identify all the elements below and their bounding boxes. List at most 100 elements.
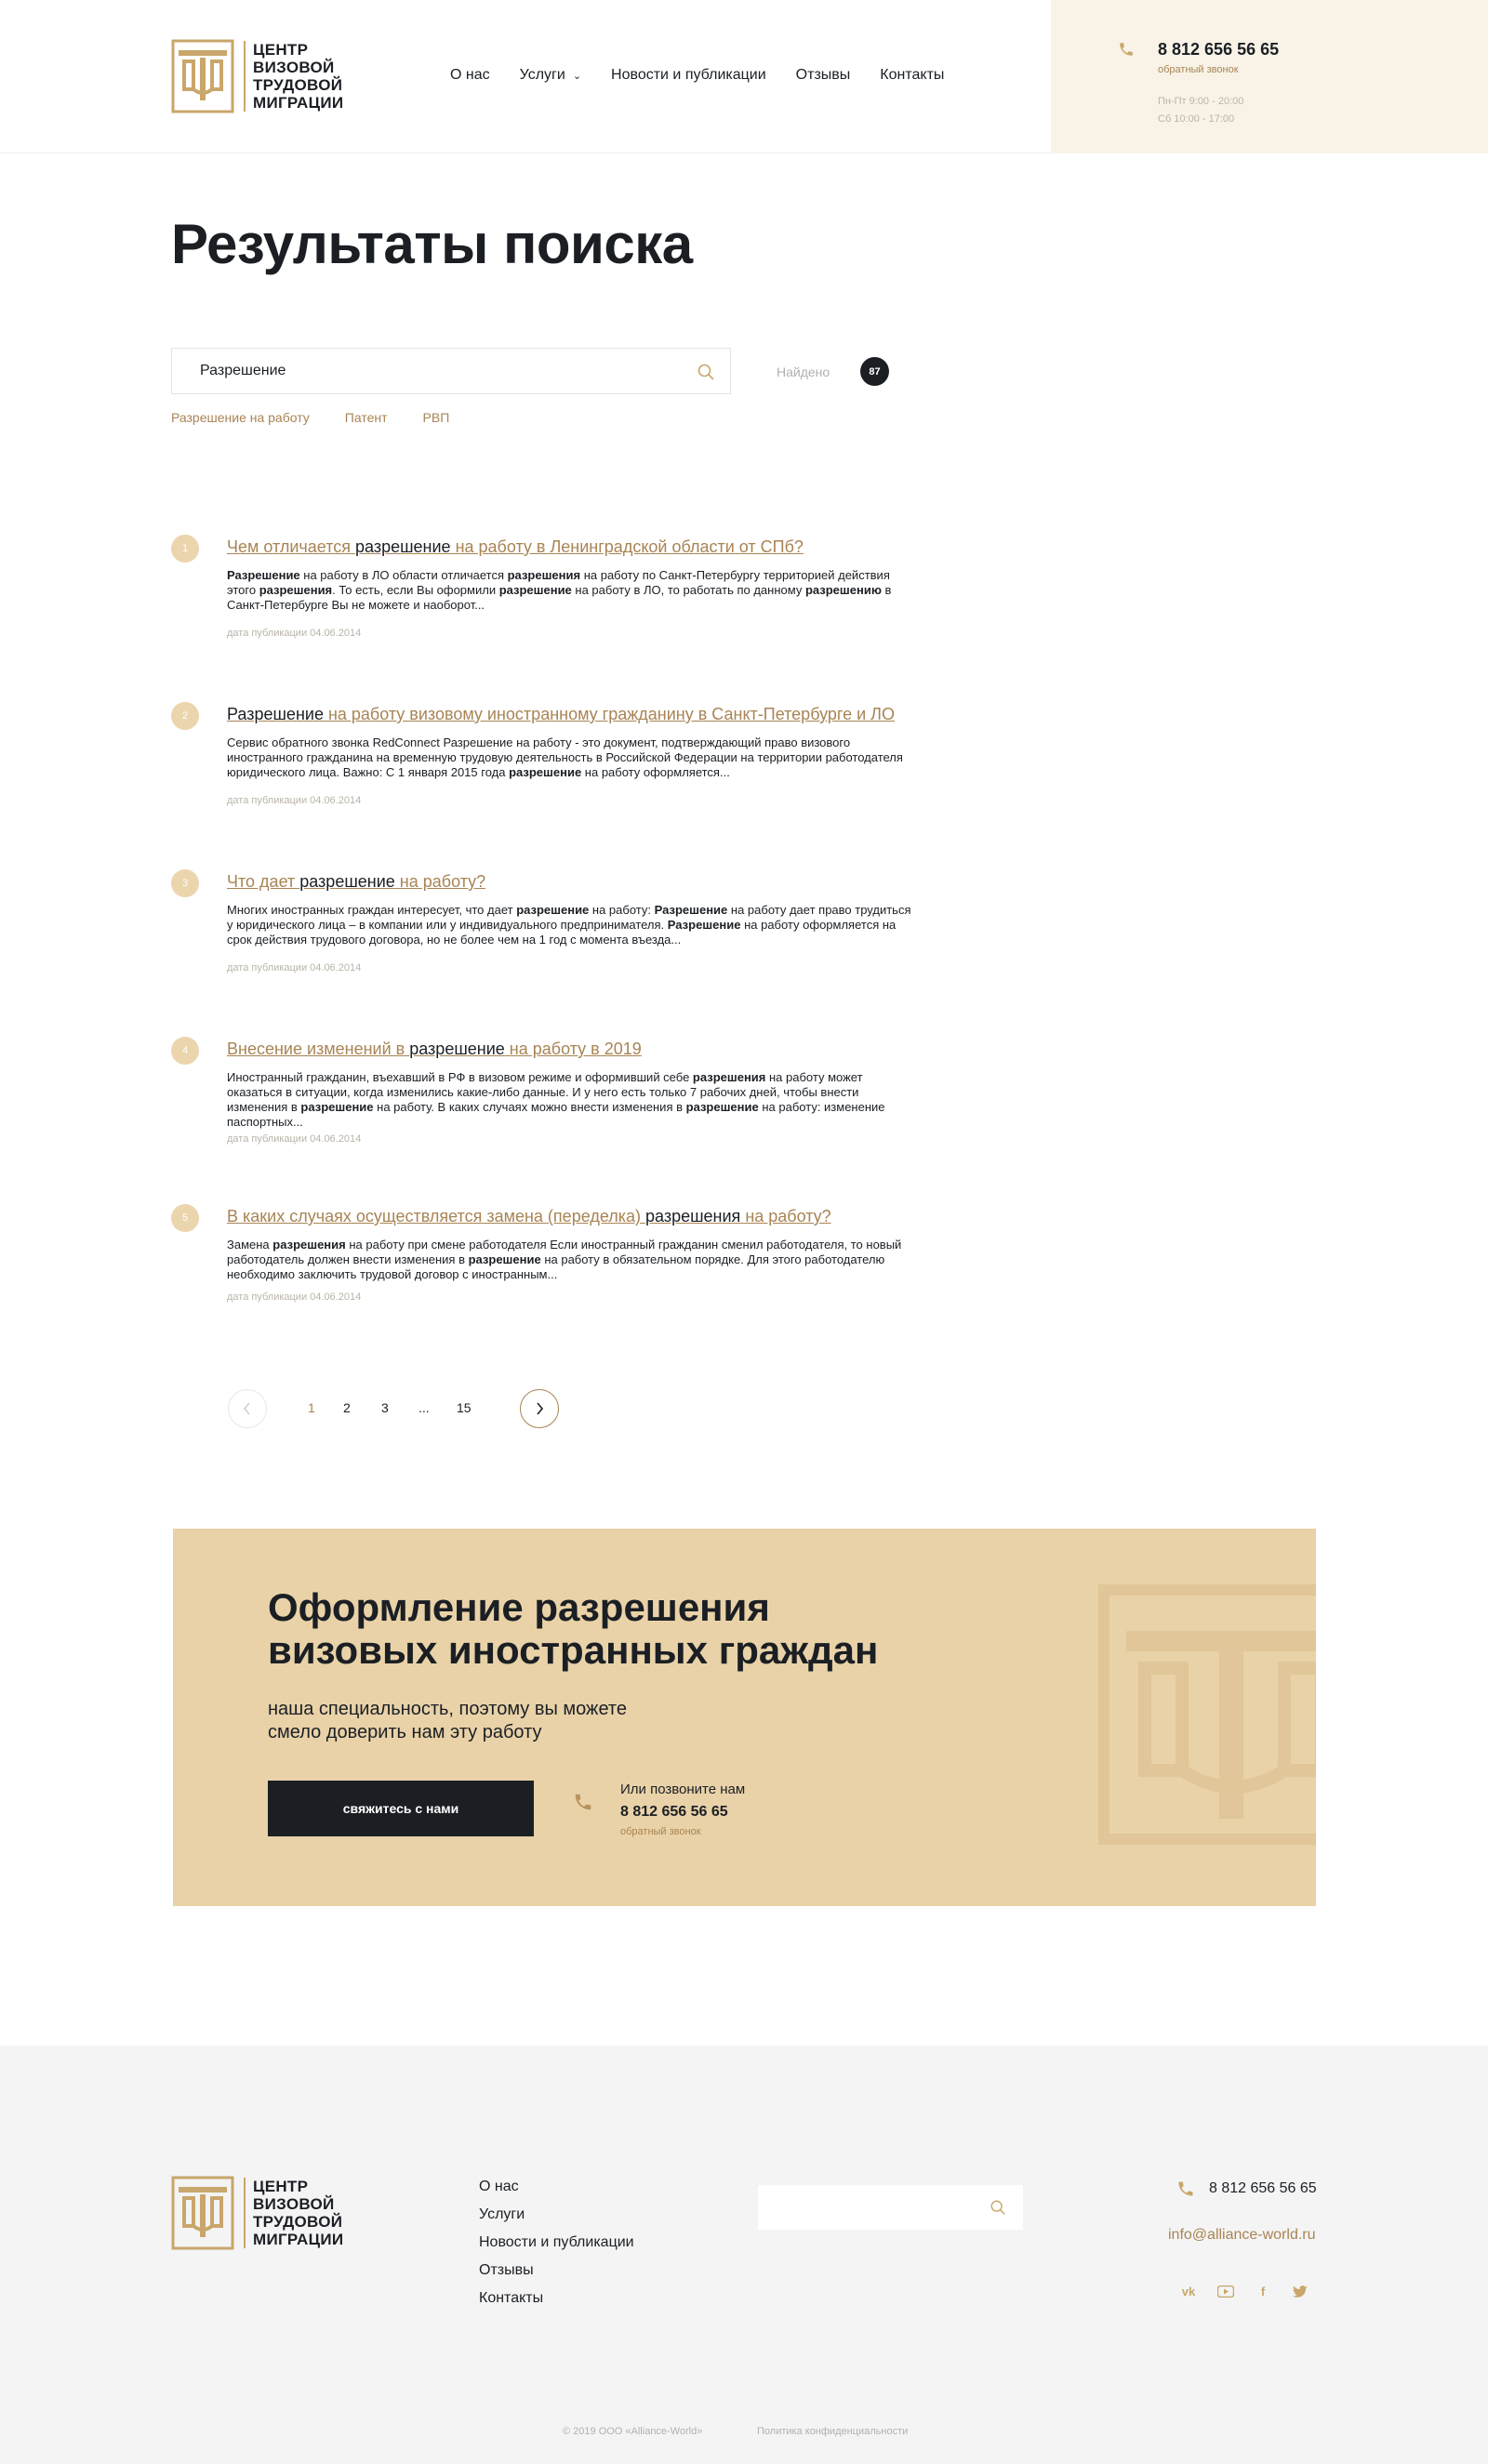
result-date: дата публикации 04.06.2014: [227, 962, 362, 974]
page-link[interactable]: 3: [381, 1400, 389, 1415]
header-phone[interactable]: 8 812 656 56 65: [1158, 40, 1279, 60]
phone-icon: [1178, 2181, 1193, 2196]
nav-services[interactable]: Услуги ⌄: [520, 67, 581, 84]
logo[interactable]: ЦЕНТР ВИЗОВОЙ ТРУДОВОЙ МИГРАЦИИ: [171, 39, 343, 113]
result-date: дата публикации 04.06.2014: [227, 628, 362, 639]
text-segment: Чем отличается: [227, 537, 355, 556]
result-title[interactable]: Внесение изменений в разрешение на работ…: [227, 1040, 642, 1059]
prev-page-button[interactable]: [228, 1389, 267, 1428]
highlighted-term: разрешения: [507, 568, 581, 582]
twitter-icon[interactable]: [1291, 2282, 1309, 2300]
logo-text: ЦЕНТР ВИЗОВОЙ ТРУДОВОЙ МИГРАЦИИ: [244, 41, 343, 112]
result-title[interactable]: Разрешение на работу визовому иностранно…: [227, 705, 895, 724]
result-title[interactable]: Что дает разрешение на работу?: [227, 872, 485, 892]
footer-nav-reviews[interactable]: Отзывы: [479, 2261, 634, 2289]
cta-call-label: Или позвоните нам: [620, 1782, 746, 1797]
cta-title: Оформление разрешения визовых иностранны…: [268, 1586, 937, 1672]
footer-nav-about[interactable]: О нас: [479, 2178, 634, 2206]
text-segment: Внесение изменений в: [227, 1040, 410, 1058]
text-segment: Иностранный гражданин, въехавший в РФ в …: [227, 1070, 693, 1084]
result-snippet: Многих иностранных граждан интересует, ч…: [227, 903, 915, 947]
logo-line: МИГРАЦИИ: [253, 2231, 344, 2248]
highlighted-term: разрешение: [516, 903, 590, 917]
nav-about[interactable]: О нас: [450, 67, 490, 84]
result-number: 3: [171, 869, 199, 897]
footer-search-box: [758, 2185, 1023, 2230]
facebook-icon[interactable]: f: [1254, 2282, 1272, 2300]
footer-phone[interactable]: 8 812 656 56 65: [1209, 2180, 1317, 2197]
cta-phone[interactable]: 8 812 656 56 65: [620, 1804, 728, 1821]
contact-us-button[interactable]: свяжитесь с нами: [268, 1781, 534, 1836]
social-links: vk f: [1179, 2282, 1328, 2300]
footer-email-link[interactable]: info@alliance-world.ru: [1168, 2227, 1316, 2244]
highlighted-term: разрешение: [409, 1040, 505, 1058]
cta-title-line: визовых иностранных граждан: [268, 1628, 879, 1672]
tag-patent[interactable]: Патент: [345, 410, 388, 425]
result-title[interactable]: Чем отличается разрешение на работу в Ле…: [227, 537, 804, 557]
logo-mark-icon: [171, 39, 234, 113]
logo-line: ТРУДОВОЙ: [253, 2213, 343, 2231]
footer-search-input[interactable]: [758, 2185, 981, 2230]
cta-callback-link[interactable]: обратный звонок: [620, 1826, 701, 1837]
footer-nav-news[interactable]: Новости и публикации: [479, 2233, 634, 2261]
search-icon[interactable]: [990, 2199, 1006, 2216]
search-tags: Разрешение на работу Патент РВП: [171, 410, 485, 425]
nav-contacts[interactable]: Контакты: [880, 67, 944, 84]
text-segment: на работу:: [589, 903, 655, 917]
result-date: дата публикации 04.06.2014: [227, 795, 362, 806]
highlighted-term: разрешение: [468, 1252, 541, 1266]
highlighted-term: разрешение: [355, 537, 451, 556]
page-link[interactable]: 15: [457, 1400, 472, 1415]
chevron-down-icon: ⌄: [572, 70, 582, 82]
result-title[interactable]: В каких случаях осуществляется замена (п…: [227, 1207, 831, 1226]
privacy-policy-link[interactable]: Политика конфиденциальности: [757, 2426, 908, 2437]
logo-line: ТРУДОВОЙ: [253, 76, 343, 94]
nav-news[interactable]: Новости и публикации: [611, 67, 766, 84]
result-snippet: Разрешение на работу в ЛО области отлича…: [227, 568, 915, 613]
logo-line: МИГРАЦИИ: [253, 94, 344, 112]
text-segment: на работу в 2019: [504, 1040, 642, 1058]
pagination: 1 2 3 ... 15: [228, 1389, 600, 1428]
found-count-badge: 87: [860, 357, 889, 386]
footer-nav-services[interactable]: Услуги: [479, 2206, 634, 2233]
highlighted-term: разрешение: [685, 1100, 759, 1114]
result-snippet: Иностранный гражданин, въехавший в РФ в …: [227, 1070, 915, 1130]
text-segment: на работу. В каких случаях можно внести …: [373, 1100, 686, 1114]
main-nav: О нас Услуги ⌄ Новости и публикации Отзыв…: [450, 67, 974, 84]
tag-rvp[interactable]: РВП: [423, 410, 450, 425]
search-icon[interactable]: [697, 363, 715, 381]
youtube-icon[interactable]: [1216, 2282, 1235, 2300]
text-segment: на работу оформляется...: [581, 765, 730, 779]
phone-icon: [575, 1794, 591, 1810]
highlighted-term: Разрешение: [227, 568, 300, 582]
copyright: © 2019 ООО «Alliance-World»: [563, 2426, 703, 2437]
nav-reviews[interactable]: Отзывы: [796, 67, 851, 84]
result-number: 4: [171, 1037, 199, 1065]
highlighted-term: разрешения: [259, 583, 333, 597]
search-input[interactable]: [172, 349, 674, 393]
footer-logo[interactable]: ЦЕНТР ВИЗОВОЙ ТРУДОВОЙ МИГРАЦИИ: [171, 2176, 343, 2250]
phone-icon: [1120, 43, 1133, 56]
cta-subtitle: наша специальность, поэтому вы можете см…: [268, 1698, 658, 1744]
tag-work-permit[interactable]: Разрешение на работу: [171, 410, 310, 425]
highlighted-term: Разрешение: [227, 705, 324, 723]
text-segment: на работу?: [394, 872, 486, 891]
next-page-button[interactable]: [520, 1389, 559, 1428]
footer-nav: О нас Услуги Новости и публикации Отзывы…: [479, 2178, 634, 2317]
logo-watermark-icon: [1098, 1584, 1316, 1845]
header-callback-link[interactable]: обратный звонок: [1158, 64, 1239, 75]
highlighted-term: разрешение: [300, 1100, 374, 1114]
text-segment: Что дает: [227, 872, 300, 891]
footer-nav-contacts[interactable]: Контакты: [479, 2289, 634, 2317]
text-segment: на работу в ЛО области отличается: [299, 568, 508, 582]
page-link[interactable]: 2: [343, 1400, 351, 1415]
page-link[interactable]: 1: [308, 1400, 315, 1415]
highlighted-term: разрешение: [509, 765, 582, 779]
page-ellipsis: ...: [418, 1400, 430, 1415]
logo-line: ВИЗОВОЙ: [253, 59, 335, 76]
logo-text: ЦЕНТР ВИЗОВОЙ ТРУДОВОЙ МИГРАЦИИ: [244, 2178, 343, 2248]
highlighted-term: разрешения: [645, 1207, 741, 1225]
logo-line: ЦЕНТР: [253, 2178, 309, 2195]
vk-icon[interactable]: vk: [1179, 2282, 1198, 2300]
cta-subtitle-line: наша специальность, поэтому вы можете: [268, 1699, 627, 1719]
